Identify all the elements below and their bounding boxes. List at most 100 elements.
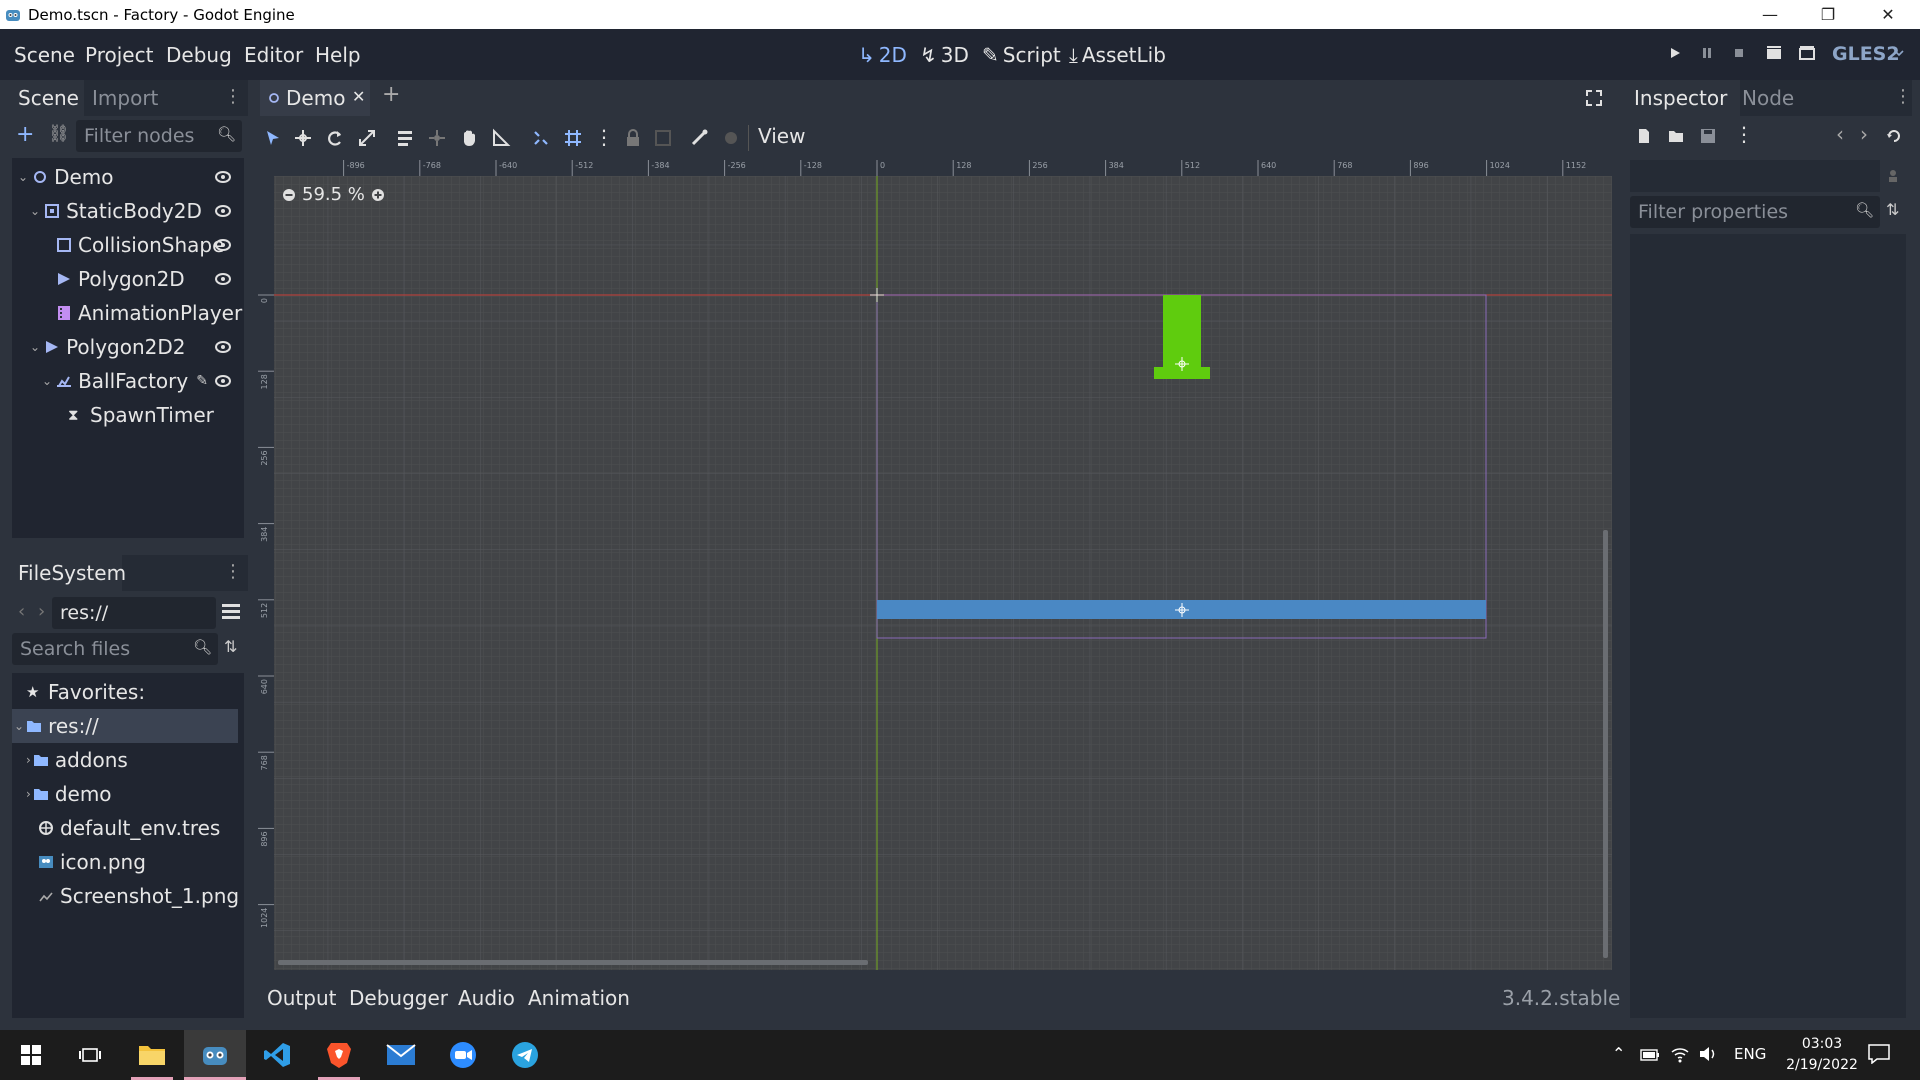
play-custom-scene-icon[interactable] (1794, 42, 1820, 64)
start-button[interactable] (0, 1030, 62, 1080)
menu-project[interactable]: Project (85, 43, 153, 67)
dock-menu-icon[interactable]: ⋮ (1894, 86, 1912, 107)
menu-scene[interactable]: Scene (14, 43, 75, 67)
snap-options-icon[interactable]: ⋮ (594, 125, 614, 149)
horizontal-scrollbar[interactable] (278, 960, 868, 965)
sort-icon[interactable]: ⇅ (224, 637, 237, 656)
tab-node[interactable]: Node (1742, 86, 1794, 110)
ruler-tool-icon[interactable] (490, 127, 512, 149)
list-select-icon[interactable] (394, 127, 416, 149)
lock-icon[interactable] (622, 127, 644, 149)
workspace-2d-button[interactable]: ↳ 2D (858, 43, 907, 67)
taskbar-zoom[interactable] (432, 1030, 494, 1080)
chevron-down-icon[interactable]: ⌄ (30, 340, 40, 354)
inspector-options-icon[interactable]: ⋮ (1734, 122, 1754, 146)
chevron-right-icon[interactable]: › (26, 753, 31, 767)
chevron-down-icon[interactable]: ⌄ (30, 204, 40, 218)
tab-filesystem[interactable]: FileSystem (18, 561, 126, 585)
dock-menu-icon[interactable]: ⋮ (224, 86, 242, 107)
stop-icon[interactable] (1726, 42, 1752, 64)
tab-output[interactable]: Output (267, 986, 336, 1010)
chevron-up-icon[interactable]: ⌃ (1612, 1044, 1625, 1063)
pan-tool-icon[interactable] (458, 127, 480, 149)
play-icon[interactable] (1662, 42, 1688, 64)
file-item-demo[interactable]: › demo (12, 777, 244, 811)
filter-properties-input[interactable]: Filter properties 🔍︎ (1630, 196, 1880, 228)
view-menu-button[interactable]: View (758, 124, 805, 148)
clock[interactable]: 03:03 2/19/2022 (1774, 1034, 1870, 1076)
link-icon[interactable]: ⛓ (48, 124, 70, 144)
vertical-ruler[interactable] (258, 160, 274, 970)
new-resource-icon[interactable] (1636, 128, 1652, 144)
move-tool-icon[interactable] (292, 127, 314, 149)
tab-scene[interactable]: Scene (18, 86, 79, 110)
chevron-down-icon[interactable]: ⌄ (14, 719, 24, 733)
filter-nodes-input[interactable]: Filter nodes 🔍︎ (76, 120, 242, 152)
path-field[interactable]: res:// (52, 597, 216, 629)
play-scene-icon[interactable] (1761, 42, 1787, 64)
close-tab-icon[interactable]: ✕ (352, 87, 365, 106)
file-item-addons[interactable]: › addons (12, 743, 244, 777)
tree-node-spawntimer[interactable]: ⧗ SpawnTimer (12, 398, 244, 432)
object-properties-icon[interactable] (1886, 168, 1902, 184)
close-button[interactable]: ✕ (1860, 0, 1916, 29)
visibility-eye-icon[interactable] (214, 170, 232, 184)
tab-inspector[interactable]: Inspector (1634, 86, 1727, 110)
workspace-script-button[interactable]: ✎ Script (982, 43, 1061, 67)
engine-version-label[interactable]: 3.4.2.stable (1502, 986, 1620, 1010)
add-node-icon[interactable]: + (16, 122, 34, 147)
visibility-eye-icon[interactable] (214, 374, 232, 388)
2d-viewport[interactable]: -896 -768 -640 -512 -384 -256 -128 0 128 256 384 51… (258, 160, 1612, 970)
scale-tool-icon[interactable] (356, 127, 378, 149)
tree-node-animationplayer[interactable]: AnimationPlayer (12, 296, 244, 330)
sort-properties-icon[interactable]: ⇅ (1886, 200, 1899, 219)
menu-editor[interactable]: Editor (244, 43, 303, 67)
file-item-default-env[interactable]: default_env.tres (12, 811, 244, 845)
task-view-button[interactable] (59, 1030, 121, 1080)
camera-override-icon[interactable] (720, 127, 742, 149)
select-tool-icon[interactable] (262, 127, 284, 149)
object-path-field[interactable] (1630, 160, 1880, 192)
scene-tab-demo[interactable]: Demo ✕ (260, 80, 370, 116)
chevron-down-icon[interactable] (1892, 42, 1906, 64)
language-indicator[interactable]: ENG (1734, 1045, 1766, 1063)
workspace-assetlib-button[interactable]: ⤓ AssetLib (1069, 43, 1166, 67)
tab-animation[interactable]: Animation (528, 986, 630, 1010)
wifi-icon[interactable] (1670, 1044, 1690, 1064)
tab-audio[interactable]: Audio (458, 986, 515, 1010)
distraction-free-icon[interactable] (1586, 90, 1602, 106)
visibility-eye-icon[interactable] (214, 204, 232, 218)
tree-node-polygon2d[interactable]: Polygon2D (12, 262, 244, 296)
taskbar-mail[interactable] (370, 1030, 432, 1080)
taskbar-godot[interactable] (184, 1030, 246, 1080)
search-files-input[interactable]: Search files 🔍︎ (12, 633, 218, 665)
tab-debugger[interactable]: Debugger (349, 986, 448, 1010)
zoom-reset-button[interactable]: 59.5 % (302, 184, 365, 205)
tree-node-ballfactory[interactable]: ⌄ BallFactory ✎ (12, 364, 244, 398)
chevron-down-icon[interactable]: ⌄ (18, 170, 28, 184)
history-back-icon[interactable]: ‹ (1836, 122, 1844, 146)
file-item-res-root[interactable]: ⌄ res:// (12, 709, 238, 743)
taskbar-vscode[interactable] (246, 1030, 308, 1080)
tree-node-staticbody2d[interactable]: ⌄ StaticBody2D (12, 194, 244, 228)
tree-node-polygon2d2[interactable]: ⌄ Polygon2D2 (12, 330, 244, 364)
file-item-screenshot[interactable]: Screenshot_1.png (12, 879, 244, 913)
rotate-tool-icon[interactable] (324, 127, 346, 149)
battery-icon[interactable] (1640, 1048, 1660, 1062)
pivot-tool-icon[interactable] (426, 127, 448, 149)
history-forward-icon[interactable]: › (1860, 122, 1868, 146)
add-scene-tab-icon[interactable]: + (382, 82, 400, 107)
visibility-eye-icon[interactable] (214, 340, 232, 354)
smart-snap-icon[interactable] (530, 127, 552, 149)
maximize-button[interactable]: ❐ (1800, 0, 1856, 29)
dock-menu-icon[interactable]: ⋮ (224, 561, 242, 582)
forward-icon[interactable]: › (38, 601, 45, 622)
save-icon[interactable] (1700, 128, 1716, 144)
chevron-right-icon[interactable]: › (26, 787, 31, 801)
volume-icon[interactable] (1698, 1045, 1718, 1063)
open-folder-icon[interactable] (1668, 128, 1684, 144)
menu-debug[interactable]: Debug (166, 43, 232, 67)
workspace-3d-button[interactable]: ↯ 3D (920, 43, 969, 67)
zoom-in-icon[interactable] (371, 188, 385, 202)
visibility-eye-icon[interactable] (214, 238, 232, 252)
